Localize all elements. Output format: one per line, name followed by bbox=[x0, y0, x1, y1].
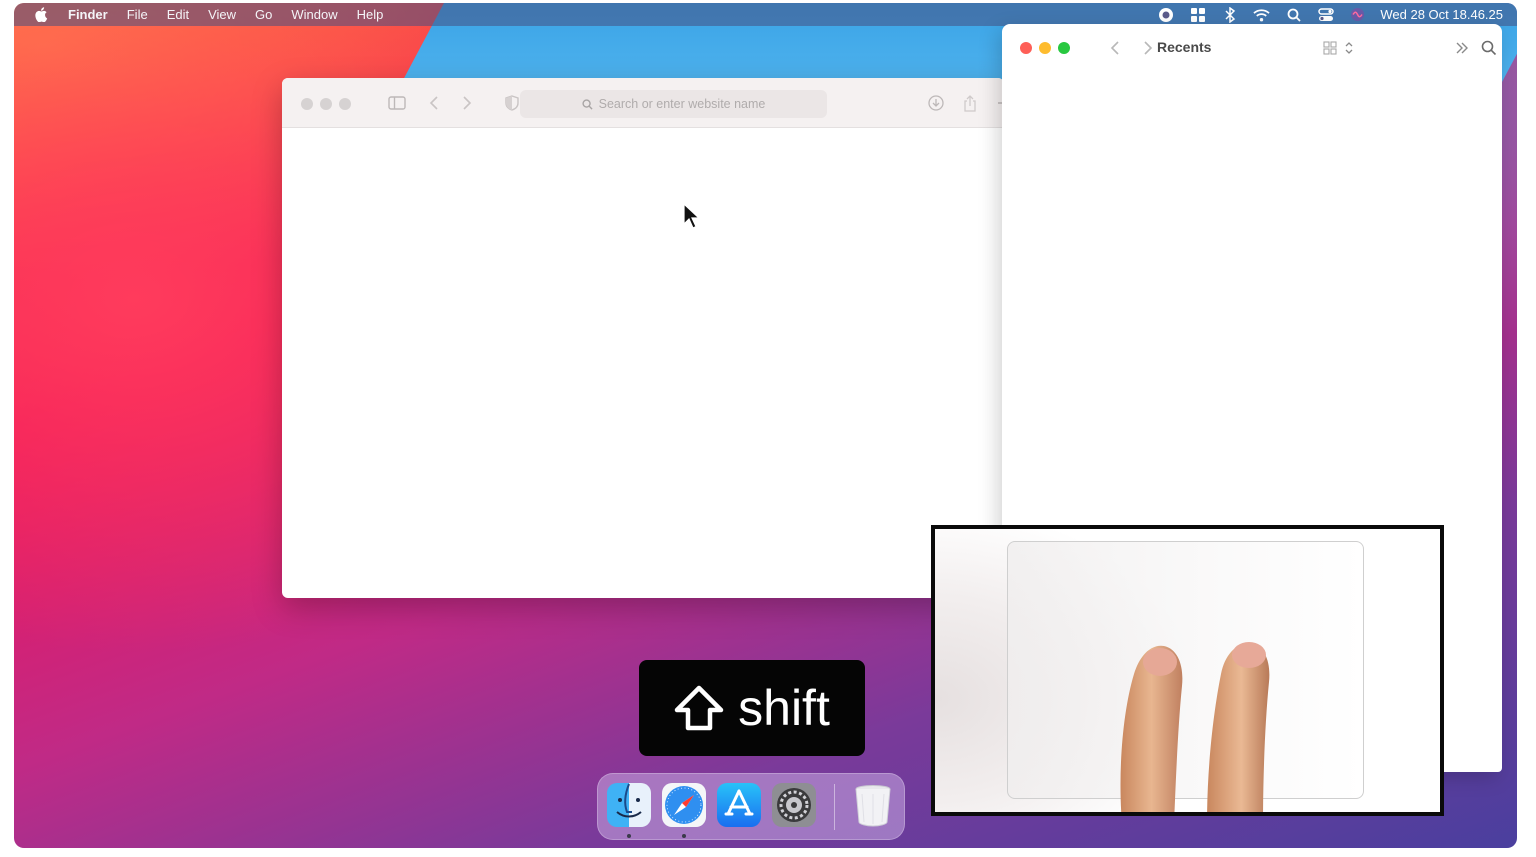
menu-help[interactable]: Help bbox=[357, 7, 384, 22]
address-bar-placeholder: Search or enter website name bbox=[598, 97, 766, 111]
dock bbox=[597, 773, 905, 840]
finder-icon[interactable] bbox=[606, 782, 652, 828]
finder-search-icon[interactable] bbox=[1480, 39, 1498, 57]
menu-file[interactable]: File bbox=[127, 7, 148, 22]
safari-window: Search or enter website name bbox=[282, 78, 1004, 598]
safari-minimize-button[interactable] bbox=[320, 98, 332, 110]
finder-title: Recents bbox=[1157, 39, 1212, 55]
finder-back-icon[interactable] bbox=[1106, 39, 1124, 57]
finder-traffic-lights bbox=[1020, 42, 1070, 54]
finder-zoom-button[interactable] bbox=[1058, 42, 1070, 54]
view-options-icon[interactable] bbox=[1320, 39, 1360, 57]
finder-minimize-button[interactable] bbox=[1039, 42, 1051, 54]
trash-icon[interactable] bbox=[850, 782, 896, 828]
trackpad-inset-video bbox=[931, 525, 1444, 816]
apple-menu-icon[interactable] bbox=[34, 7, 48, 22]
bluetooth-icon[interactable] bbox=[1221, 6, 1238, 23]
safari-zoom-button[interactable] bbox=[339, 98, 351, 110]
shift-arrow-icon bbox=[674, 685, 724, 731]
share-icon[interactable] bbox=[960, 93, 980, 113]
downloads-icon[interactable] bbox=[926, 93, 946, 113]
safari-toolbar: Search or enter website name bbox=[282, 78, 1004, 128]
back-icon[interactable] bbox=[424, 93, 444, 113]
dock-separator bbox=[834, 784, 835, 830]
control-center-icon[interactable] bbox=[1317, 7, 1334, 22]
sidebar-toggle-icon[interactable] bbox=[387, 93, 407, 113]
forward-icon[interactable] bbox=[457, 93, 477, 113]
safari-running-indicator bbox=[682, 834, 686, 838]
toolbar-overflow-icon[interactable] bbox=[1453, 39, 1471, 57]
menu-bar-clock[interactable]: Wed 28 Oct 18.46.25 bbox=[1380, 7, 1503, 22]
mouse-cursor-icon bbox=[683, 203, 699, 229]
system-preferences-icon[interactable] bbox=[771, 782, 817, 828]
keystroke-label: shift bbox=[738, 680, 830, 736]
screen-record-icon[interactable] bbox=[1157, 7, 1174, 22]
spotlight-search-icon[interactable] bbox=[1285, 7, 1302, 22]
search-icon bbox=[582, 98, 593, 110]
finger-left-icon bbox=[1120, 645, 1183, 812]
keystroke-overlay: shift bbox=[639, 660, 865, 756]
wifi-icon[interactable] bbox=[1253, 7, 1270, 22]
address-bar[interactable]: Search or enter website name bbox=[520, 90, 827, 118]
siri-icon[interactable] bbox=[1349, 7, 1366, 22]
finder-forward-icon[interactable] bbox=[1139, 39, 1157, 57]
privacy-shield-icon[interactable] bbox=[502, 93, 522, 113]
finger-right-icon bbox=[1207, 642, 1270, 812]
finder-running-indicator bbox=[627, 834, 631, 838]
menu-app-finder[interactable]: Finder bbox=[68, 7, 108, 22]
safari-icon[interactable] bbox=[661, 782, 707, 828]
app-store-icon[interactable] bbox=[716, 782, 762, 828]
status-area: Wed 28 Oct 18.46.25 bbox=[1142, 3, 1503, 26]
menu-edit[interactable]: Edit bbox=[167, 7, 189, 22]
menu-window[interactable]: Window bbox=[291, 7, 337, 22]
safari-close-button[interactable] bbox=[301, 98, 313, 110]
safari-traffic-lights bbox=[301, 98, 351, 110]
control-grid-icon[interactable] bbox=[1189, 7, 1206, 22]
finder-close-button[interactable] bbox=[1020, 42, 1032, 54]
menu-view[interactable]: View bbox=[208, 7, 236, 22]
menu-bar: Finder File Edit View Go Window Help Wed… bbox=[14, 3, 1517, 26]
menu-go[interactable]: Go bbox=[255, 7, 272, 22]
